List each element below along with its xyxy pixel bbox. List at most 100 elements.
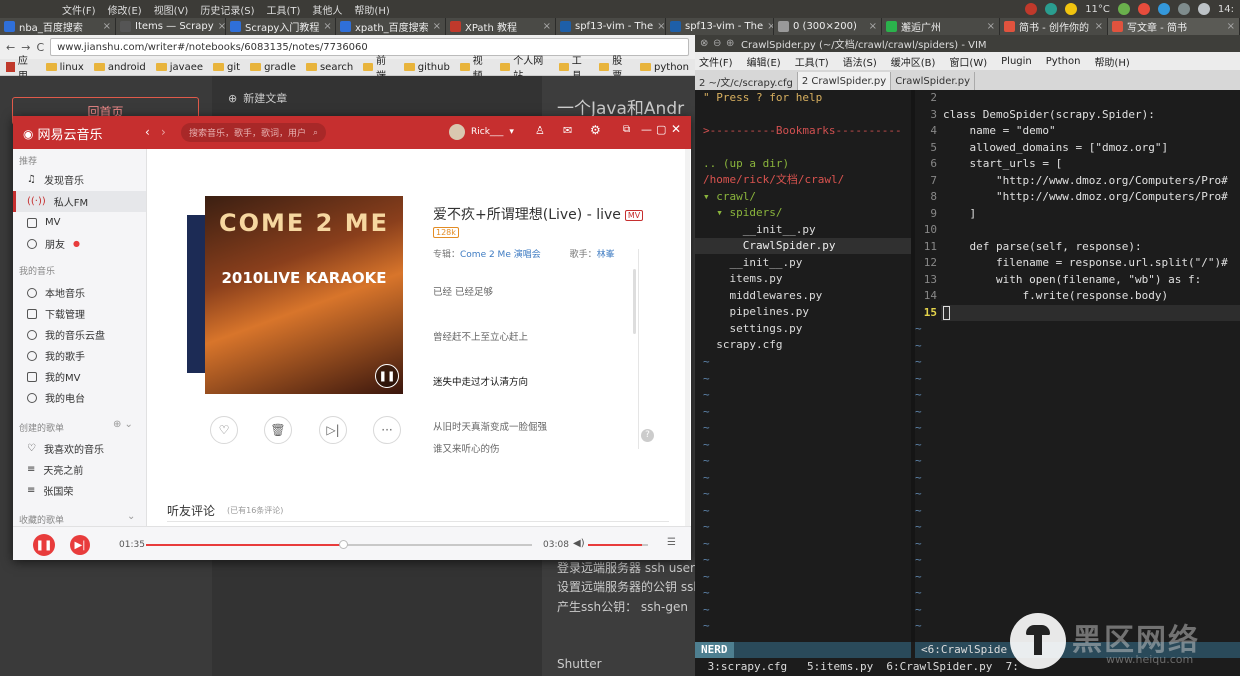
sidebar-item-artists[interactable]: 我的歌手 [13, 345, 146, 366]
vim-editor-area[interactable]: " Press ? for help >----------Bookmarks-… [695, 90, 1240, 676]
sidebar-playlist[interactable]: ≡ 张国荣 [13, 480, 146, 501]
sidebar-item-radio[interactable]: 我的电台 [13, 387, 146, 408]
bookmark-folder[interactable]: git [213, 62, 240, 73]
indicator-icon[interactable] [1025, 3, 1038, 15]
menu-edit[interactable]: 修改(E) [102, 2, 148, 17]
vim-menu-tools[interactable]: 工具(T) [795, 54, 829, 69]
nerdtree-file[interactable]: pipelines.py [703, 304, 808, 320]
tab-scrapy-tutorial[interactable]: Scrapy入门教程 × [226, 18, 336, 35]
close-icon[interactable]: × [767, 21, 773, 32]
vim-menu-help[interactable]: 帮助(H) [1094, 54, 1129, 69]
maximize-icon[interactable]: ▢ [656, 123, 666, 136]
album-link[interactable]: Come 2 Me 演唱会 [460, 250, 541, 260]
close-icon[interactable]: × [1095, 21, 1103, 32]
close-icon[interactable]: × [103, 21, 111, 32]
tab-nba-search[interactable]: nba_百度搜索 × [0, 18, 116, 35]
sidebar-item-fm[interactable]: ((·)) 私人FM [13, 191, 146, 212]
like-button[interactable]: ♡ [210, 416, 238, 444]
help-icon[interactable]: ? [641, 429, 654, 442]
menu-others[interactable]: 其他人 [306, 2, 348, 17]
nerdtree-file-selected[interactable]: CrawlSpider.py [695, 238, 911, 254]
page-scrollbar[interactable] [685, 149, 690, 526]
tab-xpath-tutorial[interactable]: XPath 教程 × [446, 18, 556, 35]
tab-guangzhou[interactable]: 邂逅广州 × [882, 18, 1000, 35]
bookmark-folder[interactable]: python [640, 62, 689, 73]
close-icon[interactable]: × [869, 21, 877, 32]
menu-file[interactable]: 文件(F) [56, 2, 102, 17]
pause-button[interactable]: ❚❚ [33, 534, 55, 556]
maximize-icon[interactable]: ⊕ [726, 38, 734, 49]
sidebar-playlist-liked[interactable]: ♡ 我喜欢的音乐 [13, 438, 146, 459]
vim-tab-scrapy-cfg[interactable]: 2 ~/文/c/scrapy.cfg [695, 72, 798, 90]
sidebar-item-friends[interactable]: 朋友 ● [13, 233, 146, 254]
vim-menu-python[interactable]: Python [1046, 56, 1081, 67]
close-icon[interactable]: ⊗ [700, 38, 708, 49]
chevron-down-icon[interactable]: ⌄ [127, 511, 135, 522]
sidebar-item-discover[interactable]: ♫ 发现音乐 [13, 169, 146, 190]
tab-xpath-search[interactable]: xpath_百度搜索 × [336, 18, 446, 35]
more-button[interactable]: ··· [373, 416, 401, 444]
vim-menu-syntax[interactable]: 语法(S) [843, 54, 877, 69]
sidebar-item-downloads[interactable]: 下载管理 [13, 303, 146, 324]
close-icon[interactable]: × [987, 21, 995, 32]
sidebar-playlist[interactable]: ≡ 天亮之前 [13, 459, 146, 480]
search-input[interactable]: 搜索音乐，歌手，歌词，用户 ⌕ [181, 123, 326, 142]
add-playlist-icon[interactable]: ⊕ ⌄ [113, 419, 133, 430]
nerdtree-file[interactable]: __init__.py [703, 255, 802, 271]
sidebar-item-cloud[interactable]: 我的音乐云盘 [13, 324, 146, 345]
tab-spf13-vim-1[interactable]: spf13-vim - The × [556, 18, 666, 35]
close-icon[interactable]: × [218, 21, 225, 32]
close-icon[interactable]: × [323, 21, 331, 32]
mini-mode-icon[interactable]: ⧉ [623, 124, 630, 135]
vim-menu-window[interactable]: 窗口(W) [949, 54, 987, 69]
network-icon[interactable] [1157, 3, 1170, 15]
clock[interactable]: 14: [1218, 4, 1234, 15]
nerdtree-file[interactable]: middlewares.py [703, 288, 822, 304]
skin-icon[interactable]: ♙ [535, 124, 545, 137]
volume-slider[interactable] [588, 544, 648, 546]
tab-spf13-vim-2[interactable]: spf13-vim - The× [666, 18, 774, 35]
new-doc-button[interactable]: ⊕ 新建文章 [228, 90, 287, 106]
close-icon[interactable]: × [657, 21, 665, 32]
progress-knob[interactable] [338, 540, 348, 549]
reload-icon[interactable]: C [36, 41, 44, 54]
tab-jianshu-create[interactable]: 简书 - 创作你的 × [1000, 18, 1108, 35]
mv-badge[interactable]: MV [624, 209, 644, 221]
mail-icon[interactable]: ✉ [563, 124, 572, 137]
nerdtree-root-path[interactable]: /home/rick/文档/crawl/ [703, 172, 844, 188]
vim-menu-plugin[interactable]: Plugin [1001, 56, 1032, 67]
search-icon[interactable]: ⌕ [313, 128, 318, 138]
nerdtree-dir[interactable]: ▾ crawl/ [703, 189, 756, 205]
menu-view[interactable]: 视图(V) [148, 2, 195, 17]
shell-icon[interactable] [1117, 3, 1130, 15]
sidebar-item-mv[interactable]: MV [13, 212, 146, 233]
lyric-scrollbar[interactable] [633, 269, 636, 334]
bookmark-folder[interactable]: github [403, 62, 450, 73]
tab-image[interactable]: 0 (300×200) × [774, 18, 882, 35]
menu-tools[interactable]: 工具(T) [261, 2, 307, 17]
sidebar-item-my-mv[interactable]: 我的MV [13, 366, 146, 387]
playlist-icon[interactable]: ☰ [667, 537, 676, 548]
next-track-button[interactable]: ▶| [70, 535, 90, 555]
user-menu[interactable]: Rick___ ▾ [449, 124, 514, 140]
nerdtree-file[interactable]: __init__.py [703, 222, 816, 238]
nerdtree-file[interactable]: settings.py [703, 321, 802, 337]
bookmark-folder[interactable]: linux [45, 62, 84, 73]
vim-tab-crawlspider[interactable]: CrawlSpider.py [891, 72, 975, 90]
gear-icon[interactable]: ⚙ [590, 123, 601, 137]
nerdtree-dir[interactable]: ▾ spiders/ [703, 205, 782, 221]
nerdtree-file[interactable]: scrapy.cfg [703, 337, 782, 353]
next-button[interactable]: ▷| [319, 416, 347, 444]
vim-tab-crawlspider-active[interactable]: 2 CrawlSpider.py [797, 72, 892, 90]
pause-overlay-icon[interactable]: ❚❚ [375, 364, 399, 388]
artist-link[interactable]: 林峯 [597, 250, 615, 260]
volume-icon[interactable]: ◀) [573, 538, 585, 549]
battery-icon[interactable] [1177, 3, 1190, 15]
menu-history[interactable]: 历史记录(S) [194, 2, 260, 17]
minimize-icon[interactable]: ⊖ [713, 38, 721, 49]
nerdtree-panel[interactable]: " Press ? for help >----------Bookmarks-… [695, 90, 911, 642]
vim-menu-buffers[interactable]: 缓冲区(B) [891, 54, 936, 69]
back-arrow-icon[interactable]: ‹ [145, 125, 150, 139]
vim-menu-file[interactable]: 文件(F) [699, 54, 733, 69]
vim-code-buffer[interactable]: class DemoSpider(scrapy.Spider): name = … [941, 90, 1240, 642]
